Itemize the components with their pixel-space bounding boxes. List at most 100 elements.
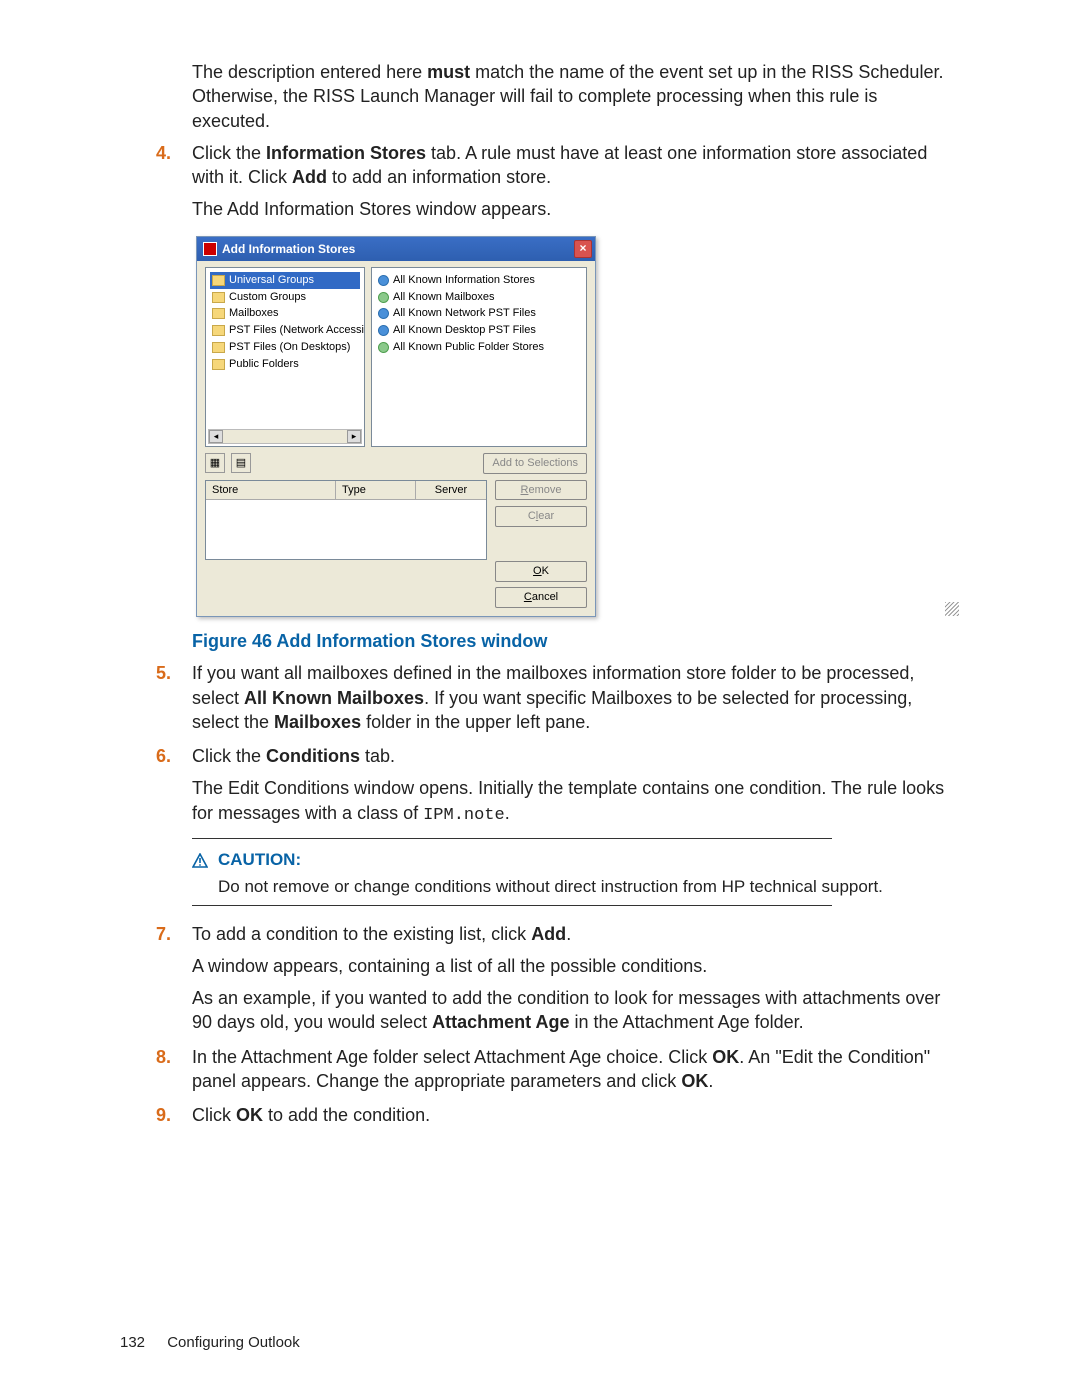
step-text: . — [566, 924, 571, 944]
steps-list-cont2: 7. To add a condition to the existing li… — [156, 922, 960, 1128]
list-item-all-known-desktop-pst[interactable]: All Known Desktop PST Files — [376, 322, 582, 339]
figure-caption: Figure 46 Add Information Stores window — [192, 629, 960, 653]
close-icon[interactable]: × — [574, 240, 592, 258]
chapter-title: Configuring Outlook — [167, 1334, 300, 1351]
tree-label: PST Files (On Desktops) — [229, 340, 350, 355]
tree-label: Universal Groups — [229, 273, 314, 288]
tree-item-universal-groups[interactable]: Universal Groups — [210, 272, 360, 289]
page-body: The description entered here must match … — [156, 60, 960, 1128]
list-label: All Known Desktop PST Files — [393, 323, 536, 338]
tree-item-mailboxes[interactable]: Mailboxes — [210, 305, 360, 322]
step-text: A window appears, containing a list of a… — [192, 954, 960, 978]
dialog-title: Add Information Stores — [222, 241, 355, 257]
step-text: Click the — [192, 746, 266, 766]
step-bold: OK — [236, 1105, 263, 1125]
clear-button[interactable]: Clear — [495, 506, 587, 527]
step-bold: Add — [292, 167, 327, 187]
caution-icon — [192, 851, 208, 867]
folder-icon — [378, 342, 389, 353]
btn-label: C — [528, 510, 536, 522]
ok-button[interactable]: OK — [495, 561, 587, 582]
btn-label: ear — [538, 510, 554, 522]
tree-item-pst-network[interactable]: PST Files (Network Accessible) — [210, 322, 360, 339]
step-number: 5. — [156, 661, 171, 685]
step-bold: Add — [531, 924, 566, 944]
tree-item-custom-groups[interactable]: Custom Groups — [210, 289, 360, 306]
page-footer: 132 Configuring Outlook — [120, 1333, 300, 1353]
scroll-left-icon[interactable]: ◂ — [209, 430, 223, 443]
folder-icon — [212, 308, 225, 319]
step-text: In the Attachment Age folder select Atta… — [192, 1047, 712, 1067]
list-item-all-known-mailboxes[interactable]: All Known Mailboxes — [376, 289, 582, 306]
caution-label: CAUTION: — [218, 849, 301, 872]
step-text: Click the — [192, 143, 266, 163]
step-text: . — [505, 803, 510, 823]
step-text: The Edit Conditions window opens. Initia… — [192, 778, 944, 822]
dialog-wrap: Add Information Stores × Universal Group… — [156, 236, 960, 617]
list-label: All Known Public Folder Stores — [393, 340, 544, 355]
toolbar-button-2[interactable]: ▤ — [231, 453, 251, 473]
dialog-titlebar[interactable]: Add Information Stores × — [197, 237, 595, 261]
tree-item-public-folders[interactable]: Public Folders — [210, 356, 360, 373]
globe-icon — [378, 325, 389, 336]
step-bold: Information Stores — [266, 143, 426, 163]
step-text: To add a condition to the existing list,… — [192, 924, 531, 944]
intro-text: The description entered here — [192, 62, 427, 82]
list-label: All Known Network PST Files — [393, 306, 536, 321]
grid-col-server[interactable]: Server — [416, 481, 486, 500]
folder-icon — [212, 342, 225, 353]
list-item-all-known-network-pst[interactable]: All Known Network PST Files — [376, 305, 582, 322]
list-item-all-known-public-folder[interactable]: All Known Public Folder Stores — [376, 339, 582, 356]
selections-grid[interactable]: Store Type Server — [205, 480, 487, 560]
add-to-selections-button[interactable]: Add to Selections — [483, 453, 587, 474]
step-5: 5. If you want all mailboxes defined in … — [156, 661, 960, 734]
btn-label: K — [542, 565, 549, 577]
grid-col-type[interactable]: Type — [336, 481, 416, 500]
step-9: 9. Click OK to add the condition. — [156, 1103, 960, 1127]
step-number: 8. — [156, 1045, 171, 1069]
step-text: folder in the upper left pane. — [361, 712, 590, 732]
step-number: 9. — [156, 1103, 171, 1127]
scroll-right-icon[interactable]: ▸ — [347, 430, 361, 443]
right-list-pane[interactable]: All Known Information Stores All Known M… — [371, 267, 587, 447]
intro-paragraph: The description entered here must match … — [192, 60, 960, 133]
app-icon — [203, 242, 217, 256]
step-text: . — [708, 1071, 713, 1091]
btn-label: ancel — [532, 591, 558, 603]
step-number: 4. — [156, 141, 171, 165]
step-bold: OK — [712, 1047, 739, 1067]
step-bold: Conditions — [266, 746, 360, 766]
grid-col-store[interactable]: Store — [206, 481, 336, 500]
step-7: 7. To add a condition to the existing li… — [156, 922, 960, 1035]
list-label: All Known Information Stores — [393, 273, 535, 288]
folder-icon — [212, 275, 225, 286]
step-bold: OK — [681, 1071, 708, 1091]
step-4: 4. Click the Information Stores tab. A r… — [156, 141, 960, 222]
tree-item-pst-desktop[interactable]: PST Files (On Desktops) — [210, 339, 360, 356]
remove-button[interactable]: Remove — [495, 480, 587, 501]
step-bold: Mailboxes — [274, 712, 361, 732]
dialog-body: Universal Groups Custom Groups Mailboxes… — [197, 261, 595, 616]
step-text: Click — [192, 1105, 236, 1125]
list-item-all-known-stores[interactable]: All Known Information Stores — [376, 272, 582, 289]
folder-icon — [212, 292, 225, 303]
left-tree-pane[interactable]: Universal Groups Custom Groups Mailboxes… — [205, 267, 365, 447]
tree-label: PST Files (Network Accessible) — [229, 323, 365, 338]
steps-list: 4. Click the Information Stores tab. A r… — [156, 141, 960, 222]
intro-must: must — [427, 62, 470, 82]
step-text: to add an information store. — [327, 167, 551, 187]
toolbar-button-1[interactable]: ▦ — [205, 453, 225, 473]
step-text: to add the condition. — [263, 1105, 430, 1125]
horizontal-scrollbar[interactable]: ◂ ▸ — [208, 429, 362, 444]
add-info-stores-dialog: Add Information Stores × Universal Group… — [196, 236, 596, 617]
list-icon: ▤ — [236, 456, 246, 471]
resize-grip-icon[interactable] — [945, 602, 959, 616]
globe-icon — [378, 308, 389, 319]
page-number: 132 — [120, 1334, 145, 1351]
step-number: 6. — [156, 744, 171, 768]
list-label: All Known Mailboxes — [393, 290, 495, 305]
step-text: in the Attachment Age folder. — [570, 1012, 804, 1032]
cancel-button[interactable]: Cancel — [495, 587, 587, 608]
btn-label: emove — [528, 484, 561, 496]
folder-icon — [212, 325, 225, 336]
